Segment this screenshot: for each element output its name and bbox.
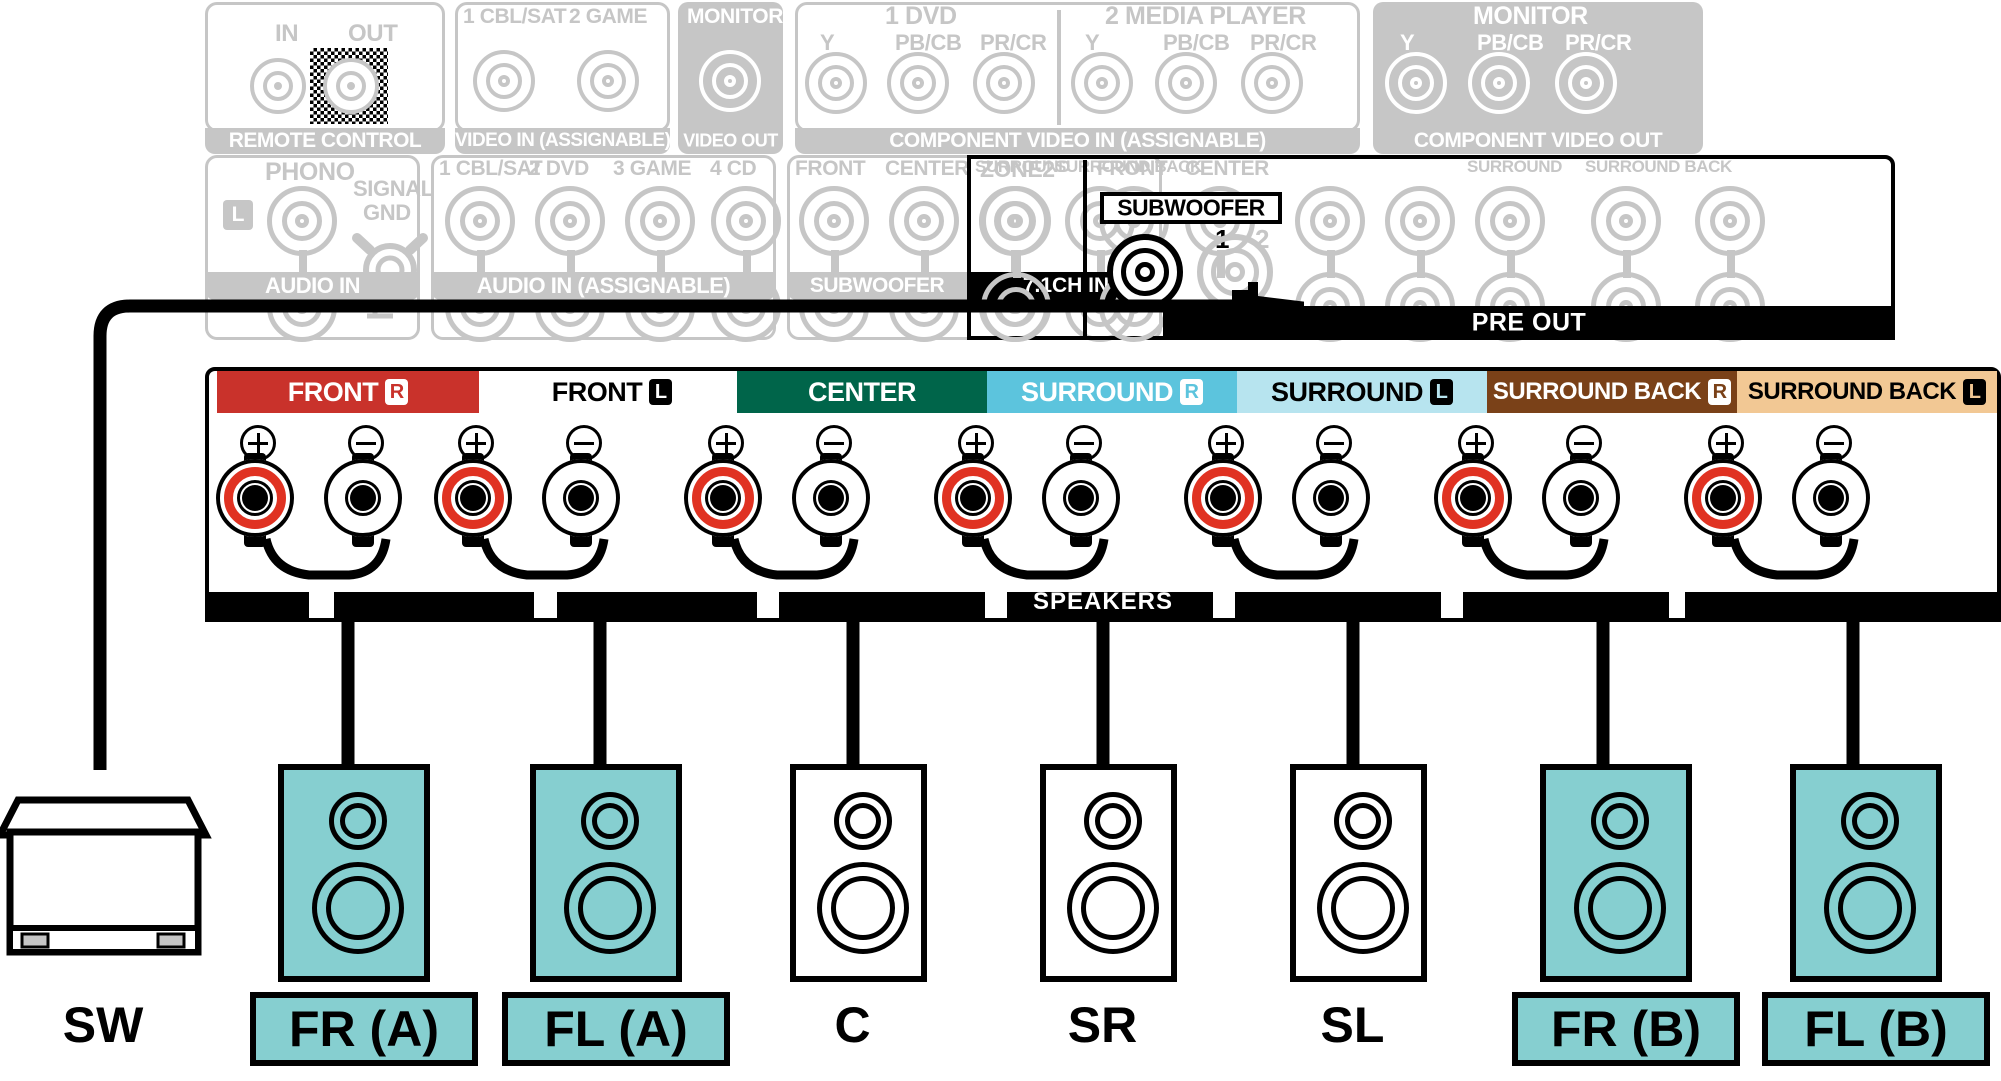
speaker-fr-a [278,764,430,982]
tweeter-fr-a [329,792,387,850]
label-sr: SR [1067,997,1138,1053]
tweeter-sl [1334,792,1392,850]
speaker-fl-a [530,764,682,982]
label-fl-b: FL (B) [1762,992,1990,1066]
woofer-c [817,862,909,954]
label-fr-a: FR (A) [250,992,478,1066]
tweeter-fl-b [1841,792,1899,850]
tweeter-fl-a [581,792,639,850]
label-sl: SL [1320,997,1385,1053]
tweeter-c [834,792,892,850]
speaker-sl [1290,764,1427,982]
speaker-fl-b [1790,764,1942,982]
speaker-sr [1040,764,1177,982]
speaker-fr-b [1540,764,1692,982]
woofer-fr-b [1574,862,1666,954]
tweeter-fr-b [1591,792,1649,850]
speaker-sw [0,760,212,970]
woofer-sr [1067,862,1159,954]
tweeter-sr [1084,792,1142,850]
woofer-fl-b [1824,862,1916,954]
woofer-sl [1317,862,1409,954]
speaker-c [790,764,927,982]
label-c: C [834,997,871,1053]
label-fl-a: FL (A) [502,992,730,1066]
woofer-fl-a [564,862,656,954]
woofer-fr-a [312,862,404,954]
label-sw: SW [62,997,144,1053]
label-fr-b: FR (B) [1512,992,1740,1066]
diagram-canvas: IN OUT REMOTE CONTROL 1 CBL/SAT 2 GAME V… [0,0,2001,1081]
